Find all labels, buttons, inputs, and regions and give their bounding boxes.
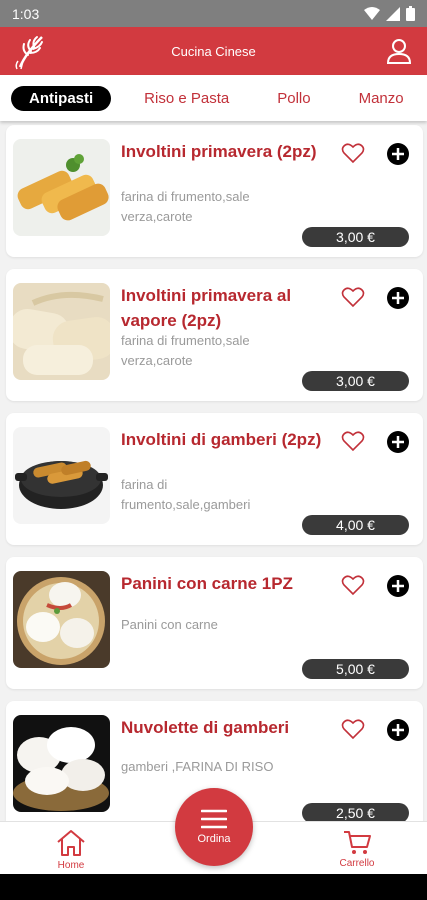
status-bar: 1:03 (0, 0, 427, 27)
dish-image (13, 427, 110, 524)
tab-antipasti[interactable]: Antipasti (11, 85, 112, 111)
dish-description: farina di frumento,sale verza,carote (121, 333, 250, 368)
menu-icon (201, 809, 227, 829)
bao-bun-image (13, 571, 110, 668)
status-icons (364, 6, 415, 21)
dish-description: gamberi ,FARINA DI RISO (121, 759, 274, 774)
steamed-roll-image (13, 283, 110, 380)
dish-description: farina di frumento,sale verza,carote (121, 189, 250, 224)
menu-item-card[interactable]: Involtini primavera (2pz) farina di frum… (6, 125, 423, 257)
logo-icon (15, 36, 43, 70)
tab-pollo[interactable]: Pollo (277, 90, 310, 107)
dish-image (13, 715, 110, 812)
favorite-heart-icon[interactable] (341, 717, 365, 741)
order-label: Ordina (197, 833, 231, 845)
nav-cart-label: Carrello (339, 858, 375, 869)
dish-image (13, 139, 110, 236)
price-badge: 5,00 € (302, 659, 409, 679)
signal-icon (386, 6, 400, 21)
page-title: Cucina Cinese (171, 43, 256, 59)
dish-name: Nuvolette di gamberi (121, 718, 290, 737)
user-profile-icon[interactable] (385, 37, 413, 65)
tab-manzo[interactable]: Manzo (359, 90, 404, 107)
favorite-heart-icon[interactable] (341, 573, 365, 597)
menu-item-card[interactable]: Involtini primavera al vapore (2pz) fari… (6, 269, 423, 401)
system-navigation-bar (0, 874, 427, 900)
wifi-icon (364, 6, 380, 20)
dish-name: Involtini primavera (2pz) (121, 142, 317, 161)
category-tabs: Antipasti Riso e Pasta Pollo Manzo (0, 75, 427, 121)
nav-home-label: Home (57, 860, 85, 871)
dish-description: farina di frumento,sale,gamberi (121, 477, 251, 512)
add-to-cart-icon[interactable] (387, 431, 409, 453)
price-badge: 2,50 € (302, 803, 409, 821)
status-time: 1:03 (12, 5, 40, 22)
dish-image (13, 283, 110, 380)
add-to-cart-icon[interactable] (387, 719, 409, 741)
cart-icon (344, 831, 371, 854)
menu-list: Involtini primavera (2pz) farina di frum… (0, 121, 427, 821)
battery-icon (406, 6, 415, 21)
prawn-cracker-image (13, 715, 110, 812)
shrimp-roll-image (13, 427, 110, 524)
favorite-heart-icon[interactable] (341, 285, 365, 309)
dish-name: Involtini primavera al vapore (2pz) (121, 286, 292, 330)
menu-item-card[interactable]: Involtini di gamberi (2pz) farina di fru… (6, 413, 423, 545)
home-icon (57, 830, 85, 856)
tab-riso-e-pasta[interactable]: Riso e Pasta (144, 90, 229, 107)
dish-name: Panini con carne 1PZ (121, 574, 293, 593)
nav-cart[interactable]: Carrello (322, 828, 392, 869)
app-header: Cucina Cinese (0, 27, 427, 75)
price-badge: 4,00 € (302, 515, 409, 535)
order-button[interactable]: Ordina (175, 788, 253, 866)
price-badge: 3,00 € (302, 227, 409, 247)
add-to-cart-icon[interactable] (387, 143, 409, 165)
dish-name: Involtini di gamberi (2pz) (121, 430, 322, 449)
spring-roll-image (13, 139, 110, 236)
add-to-cart-icon[interactable] (387, 287, 409, 309)
nav-home[interactable]: Home (36, 828, 106, 871)
price-badge: 3,00 € (302, 371, 409, 391)
dish-description: Panini con carne (121, 617, 218, 632)
favorite-heart-icon[interactable] (341, 141, 365, 165)
dish-image (13, 571, 110, 668)
menu-item-card[interactable]: Panini con carne 1PZ Panini con carne 5,… (6, 557, 423, 689)
add-to-cart-icon[interactable] (387, 575, 409, 597)
favorite-heart-icon[interactable] (341, 429, 365, 453)
